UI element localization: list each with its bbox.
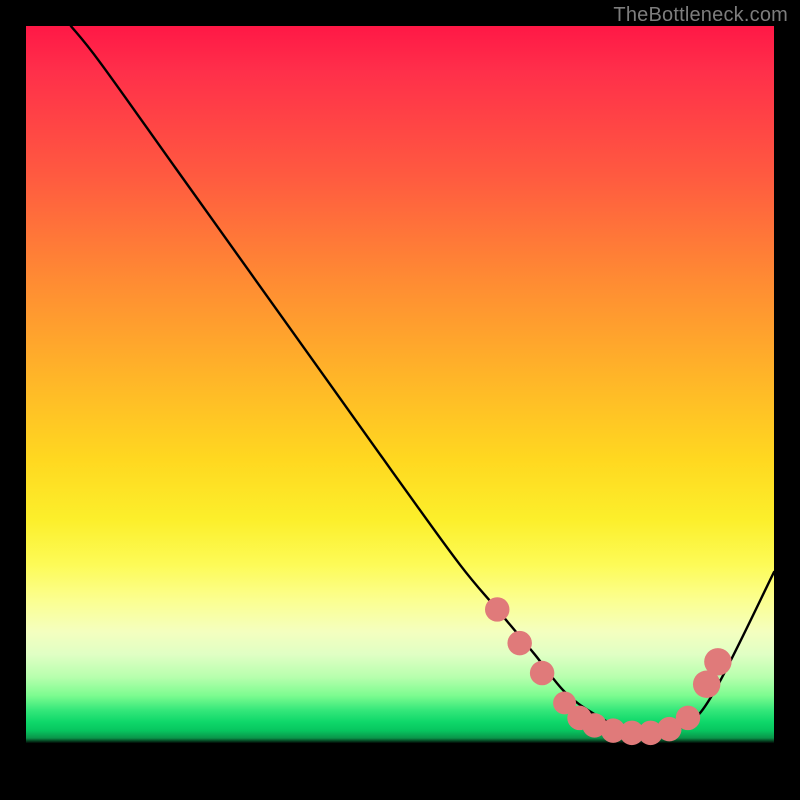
curve-markers [485,597,732,745]
watermark-text: TheBottleneck.com [613,4,788,27]
curve-marker [676,706,700,730]
plot-area [26,26,774,774]
curve-layer [26,26,774,774]
bottleneck-curve [71,26,774,733]
chart-frame: TheBottleneck.com [0,0,800,800]
curve-marker [704,648,731,675]
curve-marker [507,631,531,655]
curve-marker [485,597,509,621]
curve-marker [530,661,554,685]
